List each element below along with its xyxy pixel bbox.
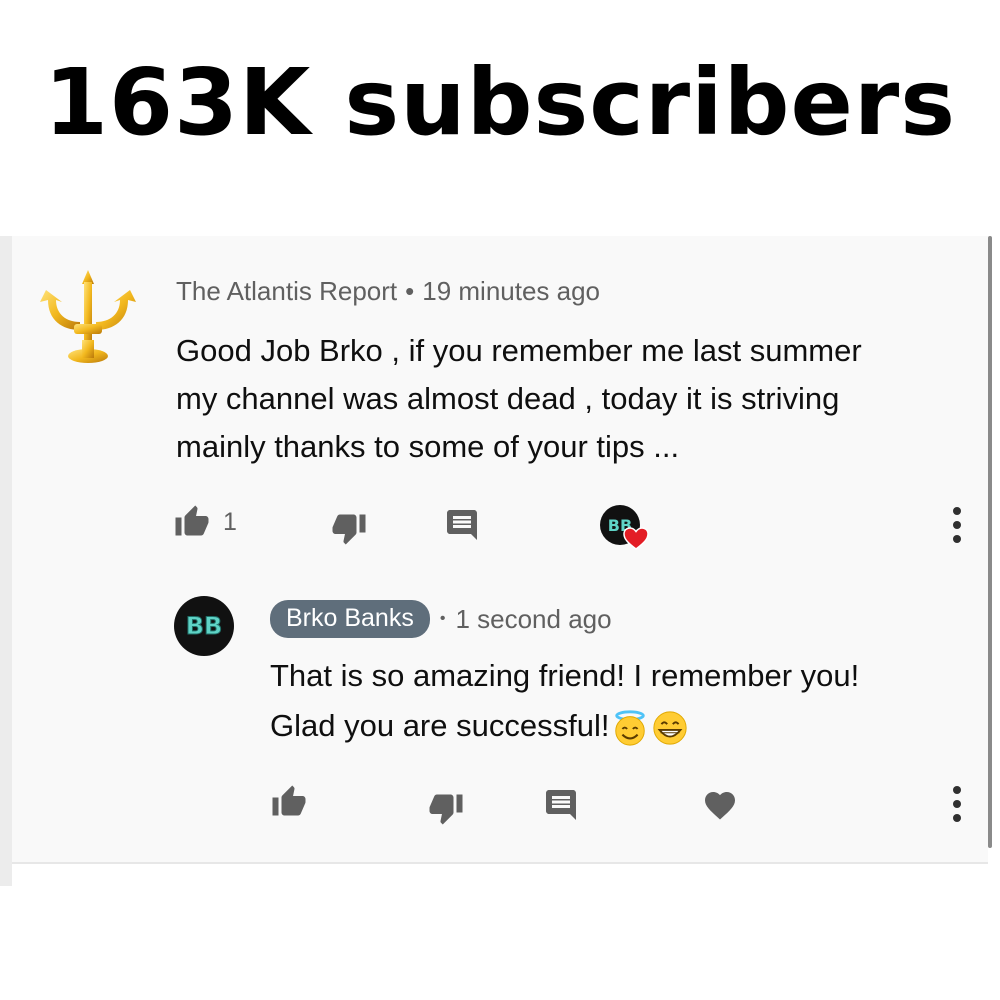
heart-icon [705,792,735,820]
reply-line: That is so amazing friend! I remember yo… [270,658,860,693]
comment-line: my channel was almost dead , today it is… [176,381,840,416]
reply-avatar[interactable]: BB [174,596,234,656]
comment-author[interactable]: The Atlantis Report [176,276,397,306]
comment-line: mainly thanks to some of your tips ... [176,429,680,464]
creator-heart-icon[interactable]: BB [598,503,650,553]
like-count: 1 [223,507,237,536]
thumbs-down-icon [332,514,366,545]
reply-meta: Brko Banks • 1 second ago [270,600,612,638]
scrollbar[interactable] [988,236,992,848]
thumbs-up-icon [175,505,209,536]
thumbs-down-icon [429,794,463,825]
meta-separator: • [439,610,446,627]
meta-separator: • [405,276,415,306]
comment-meta: The Atlantis Report • 19 minutes ago [176,276,600,307]
reply-line: Glad you are successful! [270,708,610,743]
reply-dislike-button[interactable] [427,790,465,826]
reply-comment-icon [546,790,576,820]
reply-timestamp[interactable]: 1 second ago [455,604,611,635]
comment-line: Good Job Brko , if you remember me last … [176,333,862,368]
comment-body: Good Job Brko , if you remember me last … [176,327,956,471]
comment-timestamp[interactable]: 19 minutes ago [422,276,600,306]
comment-more-options-icon[interactable] [950,505,964,545]
reply-author-chip[interactable]: Brko Banks [270,600,430,638]
like-button[interactable]: 1 [173,504,237,540]
panel-left-edge [0,236,12,886]
reply-comment-icon [447,510,477,540]
dislike-button[interactable] [330,510,368,546]
heart-button[interactable] [702,787,738,821]
reply-button[interactable] [444,507,480,543]
reply-body: That is so amazing friend! I remember yo… [270,651,970,751]
trident-icon[interactable] [38,268,138,368]
reply-like-button[interactable] [270,784,308,820]
reply-more-options-icon[interactable] [950,784,964,824]
reply-avatar-letters: BB [186,612,223,640]
grinning-face-icon [653,711,688,745]
reply-reply-button[interactable] [543,787,579,823]
smiling-face-with-halo-icon [615,710,646,746]
thumbs-up-icon [272,785,306,816]
subscriber-count-headline: 163K subscribers [43,49,957,156]
